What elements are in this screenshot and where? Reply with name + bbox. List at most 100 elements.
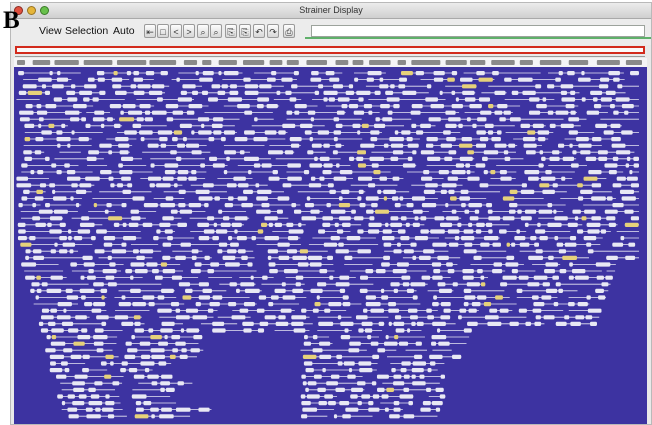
read-block <box>261 222 268 227</box>
read-block <box>141 354 151 359</box>
read-block <box>281 282 286 287</box>
read-block <box>65 288 73 293</box>
read-block <box>213 117 224 122</box>
first-page-icon[interactable]: ⇤ <box>144 24 156 38</box>
read-block <box>253 137 268 142</box>
search-field[interactable] <box>311 25 645 37</box>
copy-icon[interactable]: ⎘ <box>225 24 237 38</box>
read-block <box>191 170 197 175</box>
read-block <box>218 209 223 214</box>
read-block <box>160 387 165 392</box>
read-block <box>367 71 382 76</box>
read-block <box>75 203 80 208</box>
read-block <box>549 123 556 128</box>
read-block <box>494 90 506 95</box>
read-block <box>462 275 474 280</box>
read-block <box>56 137 71 142</box>
read-block <box>565 104 575 109</box>
redo-icon[interactable]: ↷ <box>267 24 279 38</box>
read-block <box>103 242 113 247</box>
read-block <box>446 262 453 267</box>
paste-icon[interactable]: ⎘ <box>239 24 251 38</box>
read-block <box>504 156 511 161</box>
read-block <box>317 387 326 392</box>
read-block <box>423 189 436 194</box>
read-block <box>38 321 44 326</box>
read-block <box>613 110 619 115</box>
read-block <box>226 183 237 188</box>
menu-auto[interactable]: Auto <box>113 25 135 37</box>
read-block <box>278 255 290 260</box>
read-block <box>577 183 583 188</box>
read-block <box>19 117 30 122</box>
read-block <box>120 110 124 115</box>
read-block <box>41 130 52 135</box>
read-block <box>244 84 259 89</box>
read-block <box>160 328 173 333</box>
read-block <box>151 110 167 115</box>
alignment-canvas[interactable] <box>14 58 647 424</box>
undo-icon[interactable]: ↶ <box>253 24 265 38</box>
read-block <box>59 249 68 254</box>
read-block <box>83 97 90 102</box>
read-block <box>338 203 351 208</box>
read-block <box>392 150 404 155</box>
read-block <box>532 308 542 313</box>
zoom-in-icon[interactable]: ⌕ <box>197 24 209 38</box>
read-block <box>160 262 168 267</box>
read-block <box>399 196 404 201</box>
menu-view[interactable]: View <box>39 25 62 37</box>
read-block <box>268 222 273 227</box>
zoom-out-icon[interactable]: ⌕ <box>210 24 222 38</box>
read-block <box>578 77 591 82</box>
read-block <box>50 249 56 254</box>
read-block <box>88 387 96 392</box>
menu-selection[interactable]: Selection <box>65 25 108 37</box>
alignment-display[interactable] <box>14 58 647 424</box>
read-block <box>393 374 402 379</box>
read-block <box>590 321 597 326</box>
read-block <box>502 275 517 280</box>
read-block <box>569 143 573 148</box>
read-block <box>402 163 416 168</box>
read-block <box>254 117 258 122</box>
read-block <box>600 77 610 82</box>
read-block <box>37 170 44 175</box>
read-block <box>217 90 226 95</box>
read-block <box>241 203 253 208</box>
read-block <box>93 335 108 340</box>
read-block <box>268 176 280 181</box>
read-block <box>494 110 503 115</box>
read-block <box>426 137 438 142</box>
read-block <box>590 90 603 95</box>
read-block <box>283 269 298 274</box>
read-block <box>504 77 512 82</box>
read-block <box>572 209 581 214</box>
read-block <box>415 341 422 346</box>
read-block <box>388 302 397 307</box>
read-block <box>198 130 212 135</box>
read-block <box>212 236 219 241</box>
read-block <box>488 216 501 221</box>
read-block <box>474 209 480 214</box>
previous-icon[interactable]: < <box>170 24 182 38</box>
read-block <box>476 143 486 148</box>
read-block <box>391 368 396 373</box>
read-block <box>462 84 477 89</box>
next-icon[interactable]: > <box>183 24 195 38</box>
read-block <box>93 341 104 346</box>
read-block <box>301 216 317 221</box>
print-icon[interactable]: ⎙ <box>283 24 295 38</box>
page-icon[interactable]: □ <box>157 24 169 38</box>
read-block <box>521 183 527 188</box>
read-block <box>503 150 509 155</box>
read-block <box>558 143 565 148</box>
read-block <box>86 414 101 419</box>
read-block <box>71 183 78 188</box>
read-block <box>335 249 349 254</box>
read-block <box>361 321 373 326</box>
read-block <box>282 295 296 300</box>
read-block <box>309 163 322 168</box>
read-block <box>552 183 558 188</box>
read-block <box>398 341 409 346</box>
